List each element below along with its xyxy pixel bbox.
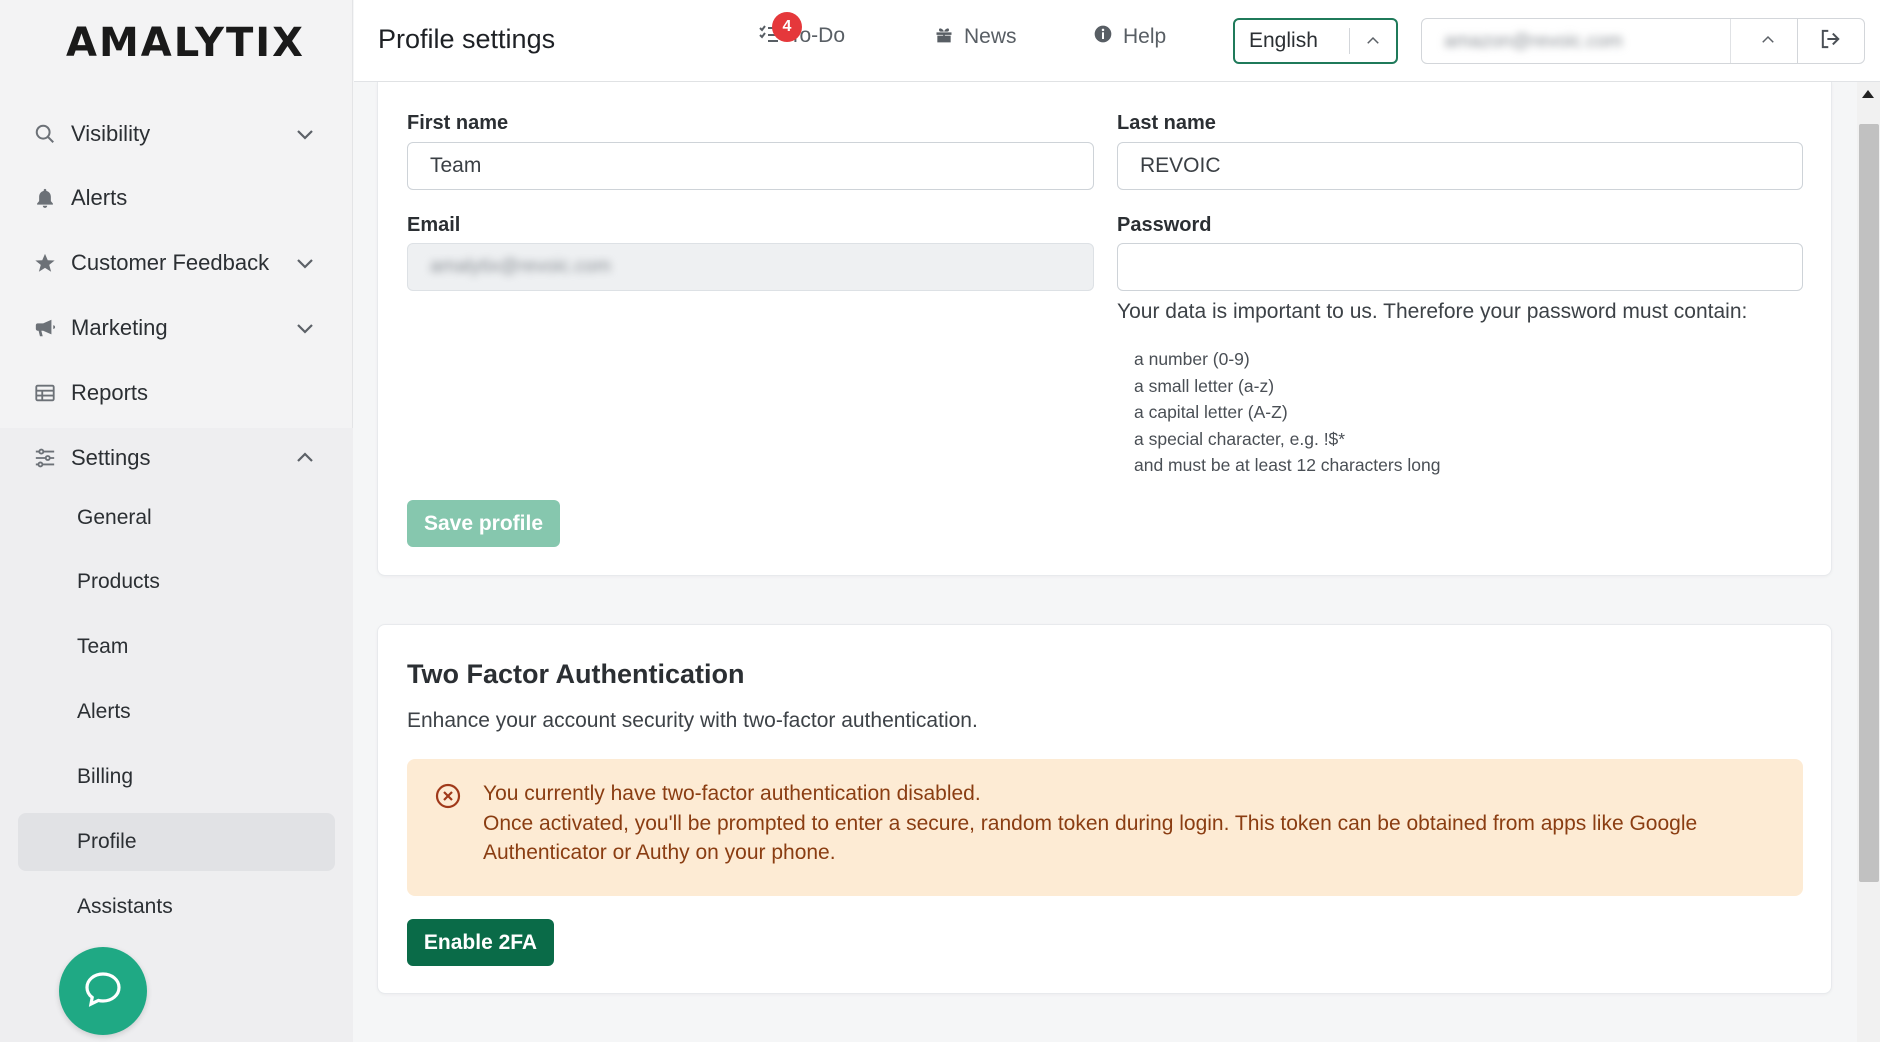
chevron-up-icon [1759,31,1777,54]
last-name-value: REVOIC [1140,154,1221,177]
save-profile-button[interactable]: Save profile [407,500,560,547]
last-name-field[interactable]: REVOIC [1117,142,1803,190]
news-label: News [964,25,1017,48]
language-select[interactable]: English [1233,18,1398,64]
top-bar: Profile settings To-Do 4 News Help Engli… [354,0,1880,82]
password-hint: Your data is important to us. Therefore … [1117,300,1748,323]
password-rule: a special character, e.g. !$* [1134,428,1346,449]
sidebar-item-label: Marketing [71,315,168,340]
sidebar-item-settings[interactable]: Settings [0,428,353,488]
account-email: amazon@revoic.com [1444,31,1623,52]
password-rule: a number (0-9) [1134,349,1250,369]
password-rule: a capital letter (A-Z) [1134,402,1288,422]
account-select[interactable]: amazon@revoic.com [1421,18,1798,64]
sidebar-item-alerts[interactable]: Alerts [0,168,353,228]
two-factor-card: Two Factor Authentication Enhance your a… [377,624,1832,994]
megaphone-icon [33,316,57,340]
alert-message: You currently have two-factor authentica… [483,779,1773,868]
chevron-down-icon [293,316,317,340]
password-field[interactable] [1117,243,1803,291]
enable-2fa-button[interactable]: Enable 2FA [407,919,554,966]
star-icon [33,251,57,275]
help-label: Help [1123,25,1167,48]
sidebar-item-label: Reports [71,380,149,405]
sidebar-item-label: Customer Feedback [71,250,270,275]
search-icon [33,122,57,146]
first-name-value: Team [430,154,482,177]
profile-card: First name Team Last name REVOIC Email a… [377,82,1832,576]
password-rule: and must be at least 12 characters long [1134,455,1441,475]
settings-subitem-assistants[interactable]: Assistants [18,878,335,936]
sidebar-item-label: Settings [71,445,151,470]
circle-x-icon [435,783,461,814]
chevron-up-icon [1364,32,1382,56]
password-rule: a small letter (a-z) [1134,375,1275,396]
news-link[interactable]: News [934,24,1017,50]
first-name-label: First name [407,112,509,134]
sidebar-item-label: Alerts [71,185,128,210]
two-factor-title: Two Factor Authentication [407,659,745,689]
sliders-icon [33,446,57,470]
email-value: amalytix@revoic.com [430,256,611,277]
sidebar-item-reports[interactable]: Reports [0,363,353,423]
sidebar-item-customer-feedback[interactable]: Customer Feedback [0,233,353,293]
info-icon [1093,24,1123,50]
email-field: amalytix@revoic.com [407,243,1094,291]
settings-group: Settings General Products Team Alerts Bi… [0,428,353,1042]
two-factor-warning-alert: You currently have two-factor authentica… [407,759,1803,896]
bell-icon [33,186,57,210]
table-icon [33,381,57,405]
scrollbar-thumb[interactable] [1859,124,1879,882]
todo-count-badge: 4 [772,12,802,42]
sidebar: AMALYTIX Visibility Alerts Customer Feed… [0,0,353,1042]
settings-subitem-general[interactable]: General [18,489,335,547]
select-divider [1349,28,1350,54]
settings-subitem-profile[interactable]: Profile [18,813,335,871]
sidebar-item-visibility[interactable]: Visibility [0,104,353,164]
logout-icon [1820,29,1842,54]
select-divider [1730,19,1731,63]
email-label: Email [407,214,461,236]
password-rules-list: a number (0-9) a small letter (a-z) a ca… [1134,346,1440,479]
settings-subitem-products[interactable]: Products [18,553,335,611]
chevron-down-icon [293,251,317,275]
settings-subitem-team[interactable]: Team [18,618,335,676]
gift-icon [934,24,964,50]
chat-widget-button[interactable] [59,947,147,1035]
help-link[interactable]: Help [1093,24,1166,50]
scroll-up-arrow[interactable] [1862,90,1874,98]
two-factor-subtitle: Enhance your account security with two-f… [407,709,978,732]
app-logo[interactable]: AMALYTIX [66,20,305,66]
settings-subitem-alerts[interactable]: Alerts [18,683,335,741]
sidebar-item-marketing[interactable]: Marketing [0,298,353,358]
sidebar-item-label: Visibility [71,121,151,146]
first-name-field[interactable]: Team [407,142,1094,190]
alert-line-1: You currently have two-factor authentica… [483,782,981,805]
alert-line-2: Once activated, you'll be prompted to en… [483,811,1698,865]
chat-icon [83,970,123,1013]
chevron-up-icon [293,446,317,470]
last-name-label: Last name [1117,112,1216,134]
chevron-down-icon [293,122,317,146]
page-title: Profile settings [378,24,556,54]
language-value: English [1249,29,1318,52]
logout-button[interactable] [1797,18,1865,64]
settings-subitem-billing[interactable]: Billing [18,748,335,806]
password-label: Password [1117,214,1212,236]
